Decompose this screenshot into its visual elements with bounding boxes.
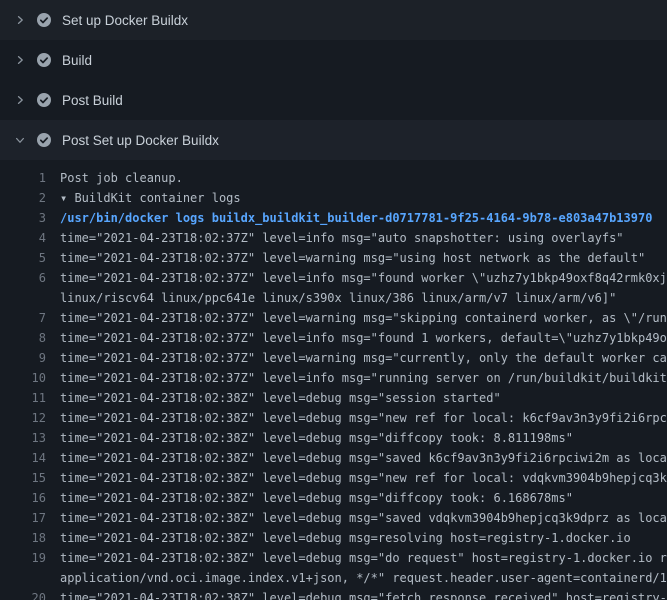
log-text: time="2021-04-23T18:02:38Z" level=debug …: [60, 508, 667, 528]
chevron-right-icon: [12, 92, 28, 108]
log-line: application/vnd.oci.image.index.v1+json,…: [0, 568, 667, 588]
line-number[interactable]: 8: [0, 328, 46, 348]
line-number[interactable]: 18: [0, 528, 46, 548]
step-header-0[interactable]: Set up Docker Buildx: [0, 0, 667, 40]
step-header-2[interactable]: Post Build: [0, 80, 667, 120]
line-number[interactable]: 7: [0, 308, 46, 328]
log-text: time="2021-04-23T18:02:38Z" level=debug …: [60, 528, 631, 548]
log-text: time="2021-04-23T18:02:38Z" level=debug …: [60, 408, 667, 428]
log-text: time="2021-04-23T18:02:37Z" level=warnin…: [60, 348, 667, 368]
log-text: Post job cleanup.: [60, 168, 183, 188]
log-line: 9 time="2021-04-23T18:02:37Z" level=warn…: [0, 348, 667, 368]
check-circle-icon: [36, 12, 52, 28]
log-text: time="2021-04-23T18:02:37Z" level=info m…: [60, 368, 667, 388]
workflow-log-viewer: Set up Docker Buildx Build Post Build: [0, 0, 667, 600]
line-number[interactable]: [0, 288, 46, 308]
chevron-down-icon: [12, 132, 28, 148]
line-number[interactable]: 15: [0, 468, 46, 488]
line-number[interactable]: 4: [0, 228, 46, 248]
log-line: 11 time="2021-04-23T18:02:38Z" level=deb…: [0, 388, 667, 408]
check-circle-icon: [36, 52, 52, 68]
line-number[interactable]: 3: [0, 208, 46, 228]
log-line: 10 time="2021-04-23T18:02:37Z" level=inf…: [0, 368, 667, 388]
step-label: Post Build: [62, 93, 123, 108]
line-number[interactable]: [0, 568, 46, 588]
log-text: time="2021-04-23T18:02:37Z" level=warnin…: [60, 248, 645, 268]
line-number[interactable]: 9: [0, 348, 46, 368]
log-line: 4 time="2021-04-23T18:02:37Z" level=info…: [0, 228, 667, 248]
log-line: 7 time="2021-04-23T18:02:37Z" level=warn…: [0, 308, 667, 328]
step-header-3[interactable]: Post Set up Docker Buildx: [0, 120, 667, 160]
line-number[interactable]: 5: [0, 248, 46, 268]
line-number[interactable]: 11: [0, 388, 46, 408]
log-line: 19 time="2021-04-23T18:02:38Z" level=deb…: [0, 548, 667, 568]
log-text: time="2021-04-23T18:02:38Z" level=debug …: [60, 448, 667, 468]
steps-list: Set up Docker Buildx Build Post Build: [0, 0, 667, 600]
log-text: linux/riscv64 linux/ppc641e linux/s390x …: [60, 288, 616, 308]
log-line: 13 time="2021-04-23T18:02:38Z" level=deb…: [0, 428, 667, 448]
log-line: 12 time="2021-04-23T18:02:38Z" level=deb…: [0, 408, 667, 428]
line-number[interactable]: 17: [0, 508, 46, 528]
log-text: application/vnd.oci.image.index.v1+json,…: [60, 568, 667, 588]
line-number[interactable]: 16: [0, 488, 46, 508]
log-text: time="2021-04-23T18:02:38Z" level=debug …: [60, 548, 667, 568]
log-text: time="2021-04-23T18:02:38Z" level=debug …: [60, 588, 667, 600]
line-number[interactable]: 6: [0, 268, 46, 288]
line-number[interactable]: 12: [0, 408, 46, 428]
step-header-1[interactable]: Build: [0, 40, 667, 80]
step-label: Build: [62, 53, 92, 68]
log-line: 20 time="2021-04-23T18:02:38Z" level=deb…: [0, 588, 667, 600]
log-text: time="2021-04-23T18:02:37Z" level=warnin…: [60, 308, 667, 328]
check-circle-icon: [36, 132, 52, 148]
log-line: 5 time="2021-04-23T18:02:37Z" level=warn…: [0, 248, 667, 268]
line-number[interactable]: 14: [0, 448, 46, 468]
log-container: 1 Post job cleanup. 2 ▾ BuildKit contain…: [0, 160, 667, 600]
log-line: 17 time="2021-04-23T18:02:38Z" level=deb…: [0, 508, 667, 528]
log-line: 18 time="2021-04-23T18:02:38Z" level=deb…: [0, 528, 667, 548]
line-number[interactable]: 2: [0, 188, 46, 208]
log-line: 1 Post job cleanup.: [0, 168, 667, 188]
log-text: /usr/bin/docker logs buildx_buildkit_bui…: [60, 208, 652, 228]
step-label: Post Set up Docker Buildx: [62, 133, 219, 148]
log-line: 14 time="2021-04-23T18:02:38Z" level=deb…: [0, 448, 667, 468]
log-line: 6 time="2021-04-23T18:02:37Z" level=info…: [0, 268, 667, 288]
check-circle-icon: [36, 92, 52, 108]
log-line: 16 time="2021-04-23T18:02:38Z" level=deb…: [0, 488, 667, 508]
line-number[interactable]: 19: [0, 548, 46, 568]
log-text: time="2021-04-23T18:02:37Z" level=info m…: [60, 328, 667, 348]
chevron-right-icon: [12, 12, 28, 28]
log-text: time="2021-04-23T18:02:37Z" level=info m…: [60, 268, 667, 288]
line-number[interactable]: 13: [0, 428, 46, 448]
line-number[interactable]: 1: [0, 168, 46, 188]
group-toggle-icon[interactable]: ▾: [60, 191, 74, 205]
line-number[interactable]: 10: [0, 368, 46, 388]
log-line: 3 /usr/bin/docker logs buildx_buildkit_b…: [0, 208, 667, 228]
log-line: 2 ▾ BuildKit container logs: [0, 188, 667, 208]
step-label: Set up Docker Buildx: [62, 13, 188, 28]
log-text: time="2021-04-23T18:02:38Z" level=debug …: [60, 428, 573, 448]
log-text: time="2021-04-23T18:02:38Z" level=debug …: [60, 488, 573, 508]
log-line: 8 time="2021-04-23T18:02:37Z" level=info…: [0, 328, 667, 348]
log-line: linux/riscv64 linux/ppc641e linux/s390x …: [0, 288, 667, 308]
log-text: time="2021-04-23T18:02:38Z" level=debug …: [60, 388, 501, 408]
log-text: time="2021-04-23T18:02:37Z" level=info m…: [60, 228, 624, 248]
log-text: time="2021-04-23T18:02:38Z" level=debug …: [60, 468, 667, 488]
chevron-right-icon: [12, 52, 28, 68]
line-number[interactable]: 20: [0, 588, 46, 600]
log-line: 15 time="2021-04-23T18:02:38Z" level=deb…: [0, 468, 667, 488]
log-text: ▾ BuildKit container logs: [60, 188, 241, 208]
